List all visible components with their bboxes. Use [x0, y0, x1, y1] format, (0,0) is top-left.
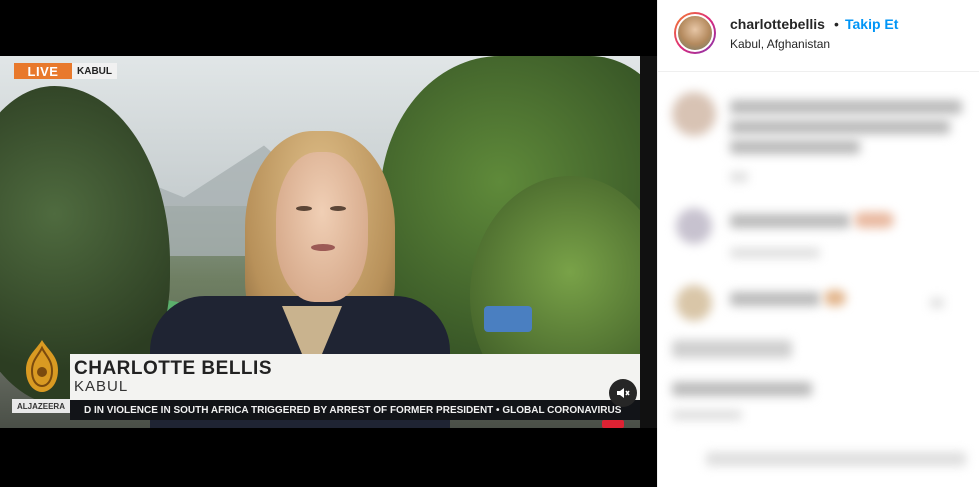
comment-text — [730, 100, 962, 114]
follow-button[interactable]: Takip Et — [845, 16, 898, 32]
channel-logo-text: ALJAZEERA — [12, 399, 70, 413]
lower-third-location: KABUL — [74, 378, 129, 395]
reporter-eye-right — [330, 206, 346, 211]
speaker-muted-icon — [617, 388, 630, 398]
comment-avatar — [676, 285, 712, 321]
separator-dot: • — [834, 16, 839, 32]
add-comment-input — [706, 452, 966, 466]
reporter-mouth — [311, 244, 335, 251]
comment-text — [730, 140, 860, 154]
comment-like-icon — [930, 298, 944, 308]
likes-count — [672, 382, 812, 396]
comment-emoji — [854, 212, 894, 228]
comment-text — [730, 214, 850, 228]
live-badge: LIVE — [14, 63, 72, 79]
avatar[interactable] — [674, 12, 716, 54]
reporter-face — [276, 152, 368, 302]
avatar-image — [676, 14, 714, 52]
location-link[interactable]: Kabul, Afghanistan — [730, 37, 830, 51]
comment-emoji — [824, 290, 846, 306]
post-media[interactable]: LIVE KABUL ALJAZEERA CHARLOTTE BELLIS KA… — [0, 0, 657, 487]
username-link[interactable]: charlottebellis — [730, 16, 825, 32]
comment-avatar — [676, 208, 712, 244]
comment-meta — [730, 172, 748, 182]
mute-button[interactable] — [609, 379, 637, 407]
comment-text — [730, 120, 950, 134]
comment-text — [730, 292, 820, 306]
live-location: KABUL — [72, 63, 117, 79]
tv-bezel — [640, 56, 657, 428]
comment-meta — [730, 248, 820, 258]
aljazeera-logo-icon — [26, 340, 58, 392]
blue-tarp — [484, 306, 532, 332]
post-timestamp — [672, 410, 742, 420]
ticker-text: D IN VIOLENCE IN SOUTH AFRICA TRIGGERED … — [84, 404, 622, 416]
post-header: charlottebellis • Takip Et Kabul, Afghan… — [658, 0, 979, 72]
comment-avatar — [672, 92, 716, 136]
action-icons — [672, 340, 792, 358]
lower-third-name: CHARLOTTE BELLIS — [74, 358, 272, 379]
post-sidebar: charlottebellis • Takip Et Kabul, Afghan… — [657, 0, 979, 487]
news-ticker: D IN VIOLENCE IN SOUTH AFRICA TRIGGERED … — [70, 400, 640, 420]
reporter-eye-left — [296, 206, 312, 211]
recording-indicator — [602, 420, 624, 428]
